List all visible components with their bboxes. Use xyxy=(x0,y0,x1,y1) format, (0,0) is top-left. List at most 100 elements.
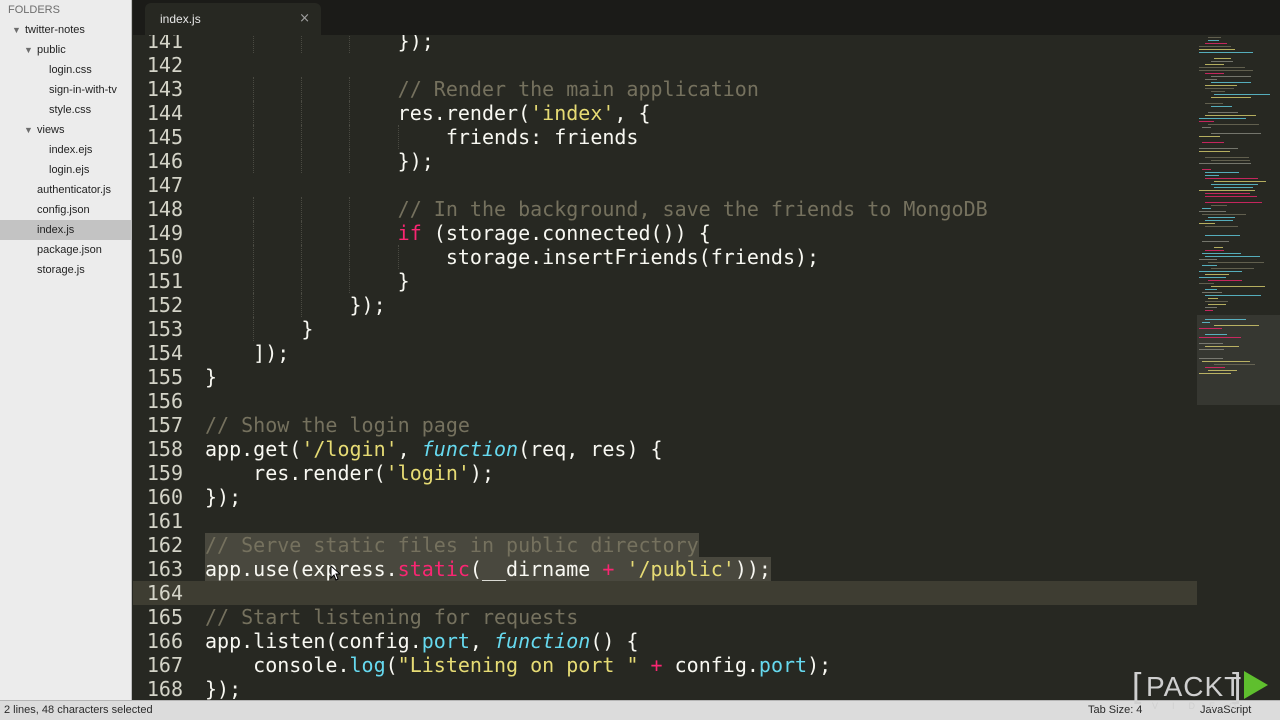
line-number: 154 xyxy=(146,341,183,365)
line-number: 151 xyxy=(146,269,183,293)
code-line[interactable]: 150 storage.insertFriends(friends); xyxy=(133,245,1197,269)
file-item[interactable]: login.css xyxy=(0,60,131,80)
code-text: ]); xyxy=(205,341,290,365)
file-item[interactable]: sign-in-with-tv xyxy=(0,80,131,100)
code-line[interactable]: 167 console.log("Listening on port " + c… xyxy=(133,653,1197,677)
indent-guide xyxy=(253,125,255,149)
code-text: res.render('index', { xyxy=(205,101,651,125)
file-item[interactable]: storage.js xyxy=(0,260,131,280)
tree-item-label: package.json xyxy=(37,244,102,256)
line-number: 141 xyxy=(146,35,183,53)
code-text: console.log("Listening on port " + confi… xyxy=(205,653,832,677)
line-number: 146 xyxy=(146,149,183,173)
indent-guide xyxy=(349,269,351,293)
tree-item-label: style.css xyxy=(49,104,92,116)
sidebar: FOLDERS ▼ twitter-notes ▼ public login.css si… xyxy=(0,0,132,700)
code-line[interactable]: 142 xyxy=(133,53,1197,77)
folder-item[interactable]: ▼ twitter-notes xyxy=(0,20,131,40)
indent-guide xyxy=(349,77,351,101)
code-text: } xyxy=(205,269,410,293)
line-number: 142 xyxy=(146,53,183,77)
minimap[interactable] xyxy=(1197,35,1280,700)
tab-index-js[interactable]: index.js × xyxy=(145,3,321,35)
indent-guide xyxy=(301,293,303,317)
code-line[interactable]: 168}); xyxy=(133,677,1197,700)
indent-guide xyxy=(349,149,351,173)
file-item[interactable]: authenticator.js xyxy=(0,180,131,200)
code-line[interactable]: 146 }); xyxy=(133,149,1197,173)
line-number: 168 xyxy=(146,677,183,700)
tree-item-label: config.json xyxy=(37,204,90,216)
folder-item[interactable]: ▼ public xyxy=(0,40,131,60)
code-line[interactable]: 149 if (storage.connected()) { xyxy=(133,221,1197,245)
code-line[interactable]: 166 app.listen(config.port, function() { xyxy=(133,629,1197,653)
file-item[interactable]: style.css xyxy=(0,100,131,120)
code-line[interactable]: 153 } xyxy=(133,317,1197,341)
indent-guide xyxy=(253,35,255,53)
line-number: 149 xyxy=(146,221,183,245)
code-line[interactable]: 162 // Serve static files in public direc… xyxy=(133,533,1197,557)
code-line[interactable]: 152 }); xyxy=(133,293,1197,317)
disclosure-triangle-icon[interactable]: ▼ xyxy=(24,40,33,60)
file-item[interactable]: config.json xyxy=(0,200,131,220)
code-line[interactable]: 143 // Render the main application xyxy=(133,77,1197,101)
code-line[interactable]: 158 app.get('/login', function(req, res) … xyxy=(133,437,1197,461)
packt-logo: [ PACKT ] VIDEO xyxy=(1132,667,1280,717)
code-line[interactable]: 164 xyxy=(133,581,1197,605)
code-line[interactable]: 165 // Start listening for requests xyxy=(133,605,1197,629)
code-text: storage.insertFriends(friends); xyxy=(205,245,820,269)
code-line[interactable]: 156 xyxy=(133,389,1197,413)
code-line[interactable]: 145 friends: friends xyxy=(133,125,1197,149)
disclosure-triangle-icon[interactable]: ▼ xyxy=(12,20,21,40)
file-item[interactable]: package.json xyxy=(0,240,131,260)
indent-guide xyxy=(253,245,255,269)
line-number: 158 xyxy=(146,437,183,461)
code-line[interactable]: 161 xyxy=(133,509,1197,533)
indent-guide xyxy=(349,245,351,269)
code-text: if (storage.connected()) { xyxy=(397,221,711,245)
line-number: 159 xyxy=(146,461,183,485)
line-number: 156 xyxy=(146,389,183,413)
tree-item-label: public xyxy=(37,44,66,56)
code-line[interactable]: 151 } xyxy=(133,269,1197,293)
code-line[interactable]: 147 xyxy=(133,173,1197,197)
tree-item-label: authenticator.js xyxy=(37,184,111,196)
indent-guide xyxy=(301,77,303,101)
line-number: 161 xyxy=(146,509,183,533)
line-number: 167 xyxy=(146,653,183,677)
file-item[interactable]: index.js xyxy=(0,220,131,240)
indent-guide xyxy=(301,35,303,53)
indent-guide xyxy=(349,197,351,221)
indent-guide xyxy=(301,269,303,293)
code-line[interactable]: 154 ]); xyxy=(133,341,1197,365)
code-line[interactable]: 157 // Show the login page xyxy=(133,413,1197,437)
code-line[interactable]: 148 // In the background, save the frien… xyxy=(133,197,1197,221)
code-line[interactable]: 141 }); xyxy=(133,35,1197,53)
status-bar: 2 lines, 48 characters selected Tab Size… xyxy=(0,700,1280,720)
tree-item-label: login.ejs xyxy=(49,164,90,176)
line-number: 164 xyxy=(146,581,183,605)
tree-item-label: twitter-notes xyxy=(25,24,85,36)
code-line[interactable]: 159 res.render('login'); xyxy=(133,461,1197,485)
indent-guide xyxy=(253,77,255,101)
disclosure-triangle-icon[interactable]: ▼ xyxy=(24,120,33,140)
code-line[interactable]: 144 res.render('index', { xyxy=(133,101,1197,125)
folder-item[interactable]: ▼ views xyxy=(0,120,131,140)
line-number: 147 xyxy=(146,173,183,197)
line-number: 144 xyxy=(146,101,183,125)
indent-guide xyxy=(301,197,303,221)
tree-item-label: index.ejs xyxy=(49,144,93,156)
code-text: }); xyxy=(205,35,434,53)
code-line[interactable]: 163 app.use(express.static(__dirname + '/… xyxy=(133,557,1197,581)
indent-guide xyxy=(349,35,351,53)
code-line[interactable]: 155} xyxy=(133,365,1197,389)
indent-guide xyxy=(397,125,399,149)
code-editor[interactable]: 141 }); 142 143 // Render the main applica… xyxy=(133,35,1197,700)
file-item[interactable]: login.ejs xyxy=(0,160,131,180)
code-text: }); xyxy=(205,485,242,509)
file-tree: ▼ twitter-notes ▼ public login.css sign-in-wi… xyxy=(0,20,131,280)
file-item[interactable]: index.ejs xyxy=(0,140,131,160)
code-line[interactable]: 160}); xyxy=(133,485,1197,509)
close-icon[interactable]: × xyxy=(299,11,310,26)
indent-guide xyxy=(349,101,351,125)
